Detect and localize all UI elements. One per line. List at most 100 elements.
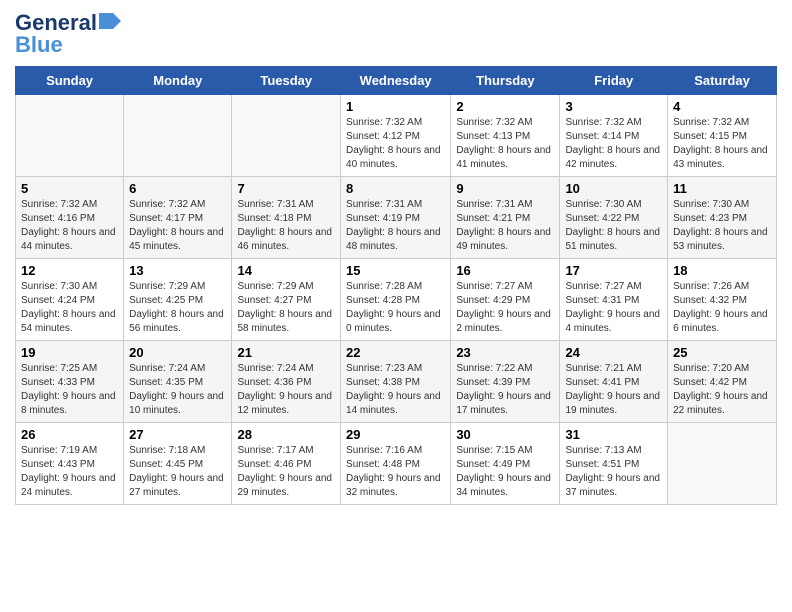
calendar-cell: 4Sunrise: 7:32 AMSunset: 4:15 PMDaylight… (668, 95, 777, 177)
cell-info: Sunset: 4:45 PM (129, 458, 226, 472)
cell-info: Sunrise: 7:31 AM (237, 198, 335, 212)
cell-info: Sunset: 4:39 PM (456, 376, 554, 390)
cell-info: Daylight: 8 hours and 42 minutes. (565, 144, 662, 172)
cell-info: Sunrise: 7:29 AM (129, 280, 226, 294)
cell-info: Sunrise: 7:17 AM (237, 444, 335, 458)
week-row-2: 5Sunrise: 7:32 AMSunset: 4:16 PMDaylight… (16, 177, 777, 259)
day-number: 18 (673, 263, 771, 278)
calendar-cell: 26Sunrise: 7:19 AMSunset: 4:43 PMDayligh… (16, 423, 124, 505)
week-row-1: 1Sunrise: 7:32 AMSunset: 4:12 PMDaylight… (16, 95, 777, 177)
calendar-cell (668, 423, 777, 505)
cell-info: Sunset: 4:33 PM (21, 376, 118, 390)
cell-info: Sunrise: 7:15 AM (456, 444, 554, 458)
cell-info: Sunset: 4:23 PM (673, 212, 771, 226)
day-number: 21 (237, 345, 335, 360)
calendar-body: 1Sunrise: 7:32 AMSunset: 4:12 PMDaylight… (16, 95, 777, 505)
logo-blue: Blue (15, 32, 63, 58)
cell-info: Sunrise: 7:29 AM (237, 280, 335, 294)
week-row-5: 26Sunrise: 7:19 AMSunset: 4:43 PMDayligh… (16, 423, 777, 505)
cell-info: Sunset: 4:48 PM (346, 458, 445, 472)
calendar-cell: 30Sunrise: 7:15 AMSunset: 4:49 PMDayligh… (451, 423, 560, 505)
cell-info: Daylight: 9 hours and 14 minutes. (346, 390, 445, 418)
cell-info: Daylight: 9 hours and 27 minutes. (129, 472, 226, 500)
cell-info: Sunrise: 7:32 AM (456, 116, 554, 130)
cell-info: Daylight: 8 hours and 44 minutes. (21, 226, 118, 254)
calendar-cell: 11Sunrise: 7:30 AMSunset: 4:23 PMDayligh… (668, 177, 777, 259)
cell-info: Sunset: 4:27 PM (237, 294, 335, 308)
calendar-cell: 23 Sunrise: 7:22 AMSunset: 4:39 PMDayligh… (451, 341, 560, 423)
cell-info: Sunrise: 7:30 AM (673, 198, 771, 212)
cell-info: Daylight: 8 hours and 45 minutes. (129, 226, 226, 254)
cell-info: Sunset: 4:16 PM (21, 212, 118, 226)
day-number: 5 (21, 181, 118, 196)
calendar-cell: 31Sunrise: 7:13 AMSunset: 4:51 PMDayligh… (560, 423, 668, 505)
calendar-cell: 12Sunrise: 7:30 AMSunset: 4:24 PMDayligh… (16, 259, 124, 341)
day-number: 12 (21, 263, 118, 278)
cell-info: Daylight: 9 hours and 22 minutes. (673, 390, 771, 418)
cell-info: Sunset: 4:42 PM (673, 376, 771, 390)
cell-info: Daylight: 8 hours and 54 minutes. (21, 308, 118, 336)
cell-info: Daylight: 9 hours and 17 minutes. (456, 390, 554, 418)
day-number: 29 (346, 427, 445, 442)
cell-info: Daylight: 9 hours and 2 minutes. (456, 308, 554, 336)
cell-info: Sunset: 4:51 PM (565, 458, 662, 472)
week-row-4: 19Sunrise: 7:25 AMSunset: 4:33 PMDayligh… (16, 341, 777, 423)
calendar-cell: 24Sunrise: 7:21 AMSunset: 4:41 PMDayligh… (560, 341, 668, 423)
cell-info: Daylight: 8 hours and 53 minutes. (673, 226, 771, 254)
day-number: 8 (346, 181, 445, 196)
day-number: 20 (129, 345, 226, 360)
calendar-cell (124, 95, 232, 177)
day-number: 17 (565, 263, 662, 278)
cell-info: Daylight: 9 hours and 0 minutes. (346, 308, 445, 336)
cell-info: Sunrise: 7:32 AM (346, 116, 445, 130)
day-header-thursday: Thursday (451, 67, 560, 95)
cell-info: Sunset: 4:43 PM (21, 458, 118, 472)
calendar-cell: 15Sunrise: 7:28 AMSunset: 4:28 PMDayligh… (341, 259, 451, 341)
calendar-cell: 7Sunrise: 7:31 AMSunset: 4:18 PMDaylight… (232, 177, 341, 259)
cell-info: Daylight: 8 hours and 41 minutes. (456, 144, 554, 172)
cell-info: Daylight: 9 hours and 6 minutes. (673, 308, 771, 336)
cell-info: Sunrise: 7:32 AM (21, 198, 118, 212)
calendar-cell: 16Sunrise: 7:27 AMSunset: 4:29 PMDayligh… (451, 259, 560, 341)
cell-info: Daylight: 8 hours and 56 minutes. (129, 308, 226, 336)
day-number: 14 (237, 263, 335, 278)
calendar-table: SundayMondayTuesdayWednesdayThursdayFrid… (15, 66, 777, 505)
cell-info: Daylight: 8 hours and 46 minutes. (237, 226, 335, 254)
cell-info: Sunset: 4:13 PM (456, 130, 554, 144)
calendar-cell: 1Sunrise: 7:32 AMSunset: 4:12 PMDaylight… (341, 95, 451, 177)
cell-info: Daylight: 9 hours and 34 minutes. (456, 472, 554, 500)
cell-info: Sunset: 4:19 PM (346, 212, 445, 226)
day-number: 31 (565, 427, 662, 442)
calendar-cell: 9Sunrise: 7:31 AMSunset: 4:21 PMDaylight… (451, 177, 560, 259)
cell-info: Daylight: 9 hours and 8 minutes. (21, 390, 118, 418)
cell-info: Daylight: 9 hours and 29 minutes. (237, 472, 335, 500)
day-number: 3 (565, 99, 662, 114)
cell-info: Daylight: 9 hours and 4 minutes. (565, 308, 662, 336)
cell-info: Daylight: 8 hours and 43 minutes. (673, 144, 771, 172)
cell-info: Daylight: 8 hours and 40 minutes. (346, 144, 445, 172)
cell-info: Sunrise: 7:31 AM (346, 198, 445, 212)
cell-info: Sunrise: 7:18 AM (129, 444, 226, 458)
day-number: 30 (456, 427, 554, 442)
day-number: 26 (21, 427, 118, 442)
calendar-cell: 18Sunrise: 7:26 AMSunset: 4:32 PMDayligh… (668, 259, 777, 341)
cell-info: Sunset: 4:25 PM (129, 294, 226, 308)
day-header-sunday: Sunday (16, 67, 124, 95)
day-number: 23 (456, 345, 554, 360)
calendar-cell: 19Sunrise: 7:25 AMSunset: 4:33 PMDayligh… (16, 341, 124, 423)
day-number: 24 (565, 345, 662, 360)
day-number: 22 (346, 345, 445, 360)
calendar-cell (232, 95, 341, 177)
cell-info: Sunrise: 7:25 AM (21, 362, 118, 376)
cell-info: Sunset: 4:32 PM (673, 294, 771, 308)
day-header-monday: Monday (124, 67, 232, 95)
calendar-cell (16, 95, 124, 177)
calendar-cell: 25Sunrise: 7:20 AMSunset: 4:42 PMDayligh… (668, 341, 777, 423)
cell-info: Sunrise: 7:24 AM (129, 362, 226, 376)
day-header-saturday: Saturday (668, 67, 777, 95)
cell-info: Sunrise: 7:22 AM (456, 362, 554, 376)
cell-info: Sunrise: 7:20 AM (673, 362, 771, 376)
cell-info: Sunrise: 7:32 AM (129, 198, 226, 212)
week-row-3: 12Sunrise: 7:30 AMSunset: 4:24 PMDayligh… (16, 259, 777, 341)
cell-info: Daylight: 9 hours and 24 minutes. (21, 472, 118, 500)
